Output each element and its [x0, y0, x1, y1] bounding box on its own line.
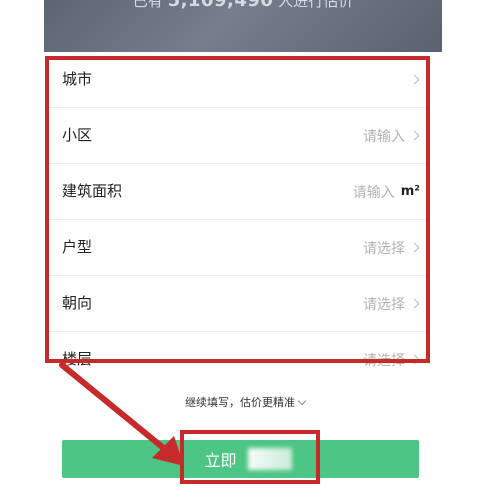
annotation-arrow — [59, 362, 184, 466]
